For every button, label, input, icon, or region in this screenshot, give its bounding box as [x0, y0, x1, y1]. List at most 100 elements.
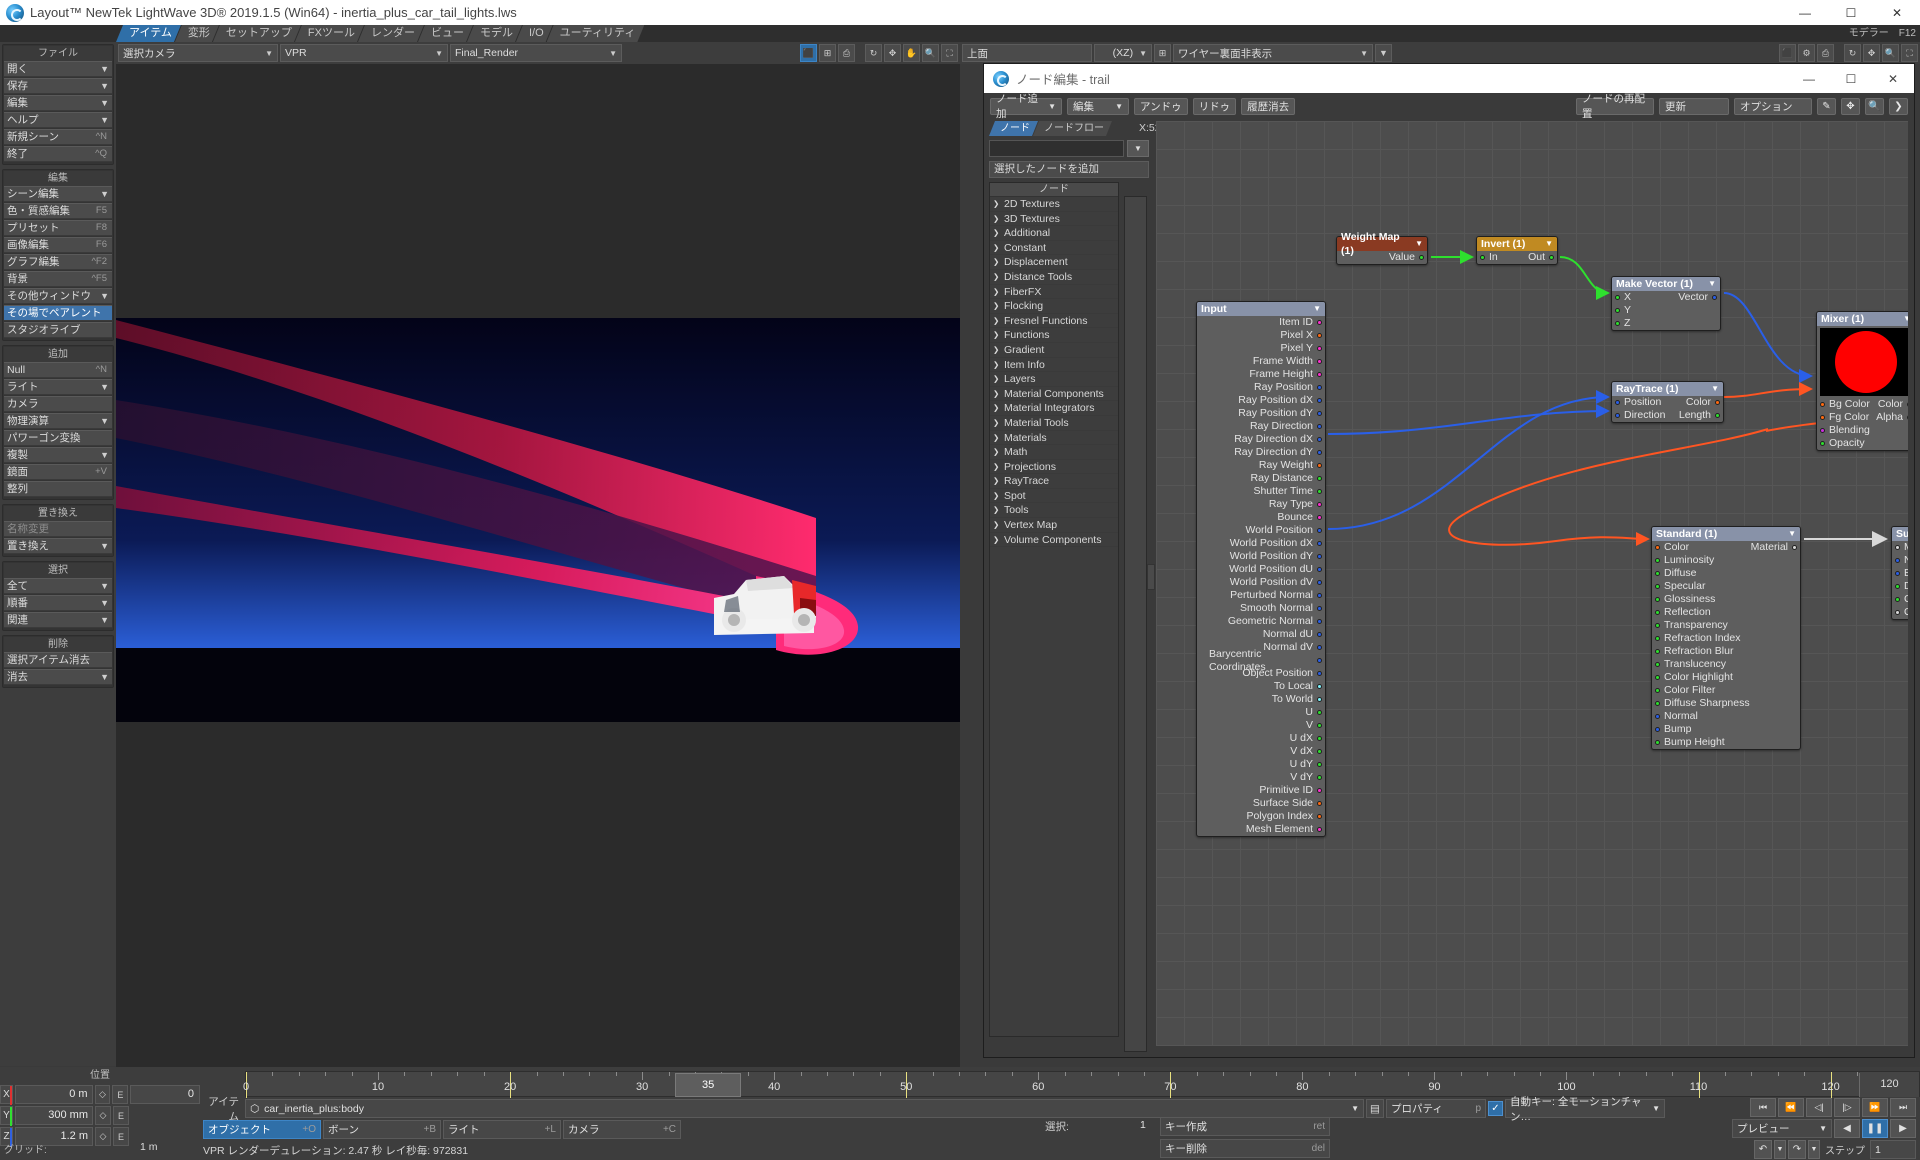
chevron-down-icon[interactable]: ▼ [1708, 277, 1716, 291]
sidebar-item-1-5[interactable]: 背景 ^F5 [4, 271, 112, 287]
prev-key-button[interactable]: ⏪ [1778, 1098, 1804, 1117]
node-port-row[interactable]: Reflection [1652, 606, 1800, 619]
sidebar-item-2-7[interactable]: 整列 [4, 481, 112, 497]
go-to-end-button[interactable]: ⏭ [1890, 1098, 1916, 1117]
sidebar-item-4-0[interactable]: 全て ▼ [4, 578, 112, 594]
timeline-scale[interactable]: 0 10 20 30 40 50 60 70 80 90 100 110 120 35 120 [243, 1071, 1920, 1098]
node-category-item[interactable]: Functions [990, 328, 1118, 343]
node-edit-menu-button[interactable]: 編集 ▼ [1067, 97, 1129, 115]
input-port-dot[interactable] [1895, 558, 1900, 563]
node-port-row[interactable]: Luminosity [1652, 554, 1800, 567]
node-port-row[interactable]: Fg Color Alpha [1817, 411, 1908, 424]
input-port-dot[interactable] [1655, 623, 1660, 628]
node-port-row[interactable]: Item ID [1197, 316, 1325, 329]
output-port-dot[interactable] [1317, 333, 1322, 338]
output-port-dot[interactable] [1317, 671, 1322, 676]
view-layout-icon-button[interactable]: ⊞ [1154, 44, 1171, 62]
output-port-dot[interactable] [1317, 736, 1322, 741]
output-port-dot[interactable] [1317, 749, 1322, 754]
node-header[interactable]: Weight Map (1) ▼ [1337, 231, 1427, 257]
undo-step-dropdown[interactable]: ▼ [1774, 1140, 1786, 1159]
output-port-dot[interactable] [1317, 554, 1322, 559]
tab-right-1[interactable]: F12 [1899, 25, 1916, 42]
output-port-dot[interactable] [1317, 476, 1322, 481]
node-port-row[interactable]: Normal dU [1197, 628, 1325, 641]
output-port-dot[interactable] [1715, 413, 1720, 418]
node-graph-canvas[interactable]: Weight Map (1) ▼ Value Invert (1) ▼ In Out Make… [1156, 121, 1908, 1046]
node-category-item[interactable]: Material Tools [990, 416, 1118, 431]
shading-combo[interactable]: ワイヤー裏面非表示 ▼ [1173, 44, 1373, 62]
node-port-row[interactable]: Perturbed Normal [1197, 589, 1325, 602]
main-tab-8[interactable]: ユーティリティ [547, 25, 645, 42]
key-create-button[interactable]: キー作成 ret [1160, 1117, 1330, 1136]
move-icon-button[interactable]: ✥ [1841, 97, 1860, 115]
node-port-row[interactable]: Ray Direction dY [1197, 446, 1325, 459]
output-port-dot[interactable] [1317, 346, 1322, 351]
input-port-dot[interactable] [1895, 571, 1900, 576]
node-port-row[interactable]: U dY [1197, 758, 1325, 771]
input-port-dot[interactable] [1615, 308, 1620, 313]
key-delete-button[interactable]: キー削除 del [1160, 1139, 1330, 1158]
output-port-dot[interactable] [1317, 827, 1322, 832]
timeline-playhead[interactable]: 35 [675, 1073, 742, 1097]
input-port-dot[interactable] [1655, 727, 1660, 732]
options-button[interactable]: オプション [1734, 97, 1812, 115]
output-port-dot[interactable] [1419, 255, 1424, 260]
step-value[interactable]: 1 [1870, 1140, 1916, 1159]
output-port-dot[interactable] [1317, 775, 1322, 780]
input-port-dot[interactable] [1655, 571, 1660, 576]
update-button[interactable]: 更新 [1659, 97, 1729, 115]
input-port-dot[interactable] [1655, 675, 1660, 680]
next-frame-button[interactable]: |▷ [1834, 1098, 1860, 1117]
vp-rotate-icon-button[interactable]: ↻ [865, 44, 882, 62]
node-list-tab-1[interactable]: ノードフロー [1033, 121, 1112, 136]
output-port-dot[interactable] [1317, 710, 1322, 715]
output-port-dot[interactable] [1317, 580, 1322, 585]
node-category-item[interactable]: Math [990, 445, 1118, 460]
input-port-dot[interactable] [1655, 688, 1660, 693]
chevron-down-icon[interactable]: ▼ [1903, 312, 1908, 326]
pause-button[interactable]: ❚❚ [1862, 1119, 1888, 1138]
output-port-dot[interactable] [1317, 359, 1322, 364]
sidebar-item-1-3[interactable]: 画像編集 F6 [4, 237, 112, 253]
node-port-row[interactable]: U dX [1197, 732, 1325, 745]
sidebar-item-1-7[interactable]: その場でペアレント [4, 305, 112, 321]
node-port-row[interactable]: U [1197, 706, 1325, 719]
play-forward-button[interactable]: ▶ [1890, 1119, 1916, 1138]
main-tab-5[interactable]: ビュー [418, 25, 473, 42]
output-port-dot[interactable] [1317, 606, 1322, 611]
node-port-row[interactable]: Direction Length [1612, 409, 1723, 422]
output-port-dot[interactable] [1317, 658, 1322, 663]
view-axis-combo[interactable]: (XZ) ▼ [1094, 44, 1152, 62]
input-port-dot[interactable] [1895, 584, 1900, 589]
main-tab-7[interactable]: I/O [516, 25, 553, 42]
item-selector[interactable]: ⬡ car_inertia_plus:body ▼ [245, 1099, 1364, 1118]
timeline-end-frame[interactable]: 120 [1859, 1073, 1919, 1097]
node-port-row[interactable]: Ray Position dX [1197, 394, 1325, 407]
clear-history-button[interactable]: 履歴消去 [1241, 97, 1296, 115]
node-standard[interactable]: Standard (1) ▼ Color Material Luminosity Diff… [1651, 526, 1801, 750]
output-port-dot[interactable] [1549, 255, 1554, 260]
node-category-item[interactable]: Material Components [990, 387, 1118, 402]
output-port-dot[interactable] [1712, 295, 1717, 300]
node-port-row[interactable]: Glossiness [1652, 593, 1800, 606]
vp-save-icon-button[interactable]: ⎙ [838, 44, 855, 62]
input-port-dot[interactable] [1655, 649, 1660, 654]
input-port-dot[interactable] [1655, 662, 1660, 667]
node-header[interactable]: Invert (1) ▼ [1477, 237, 1557, 251]
node-port-row[interactable]: V dY [1197, 771, 1325, 784]
node-category-item[interactable]: Fresnel Functions [990, 314, 1118, 329]
current-frame-field[interactable]: 0 [130, 1085, 201, 1104]
output-port-dot[interactable] [1317, 385, 1322, 390]
node-header[interactable]: RayTrace (1) ▼ [1612, 382, 1723, 396]
node-port-row[interactable]: World Position [1197, 524, 1325, 537]
node-port-row[interactable]: Clip [1892, 593, 1908, 606]
node-category-item[interactable]: Gradient [990, 343, 1118, 358]
node-header[interactable]: Input ▼ [1197, 302, 1325, 316]
node-header[interactable]: Mixer (1) ▼ [1817, 312, 1908, 326]
node-category-item[interactable]: Material Integrators [990, 401, 1118, 416]
input-port-dot[interactable] [1655, 558, 1660, 563]
node-category-item[interactable]: Distance Tools [990, 270, 1118, 285]
node-editor-close-button[interactable]: ✕ [1872, 64, 1914, 93]
coord-key-icon-button[interactable]: ◇ [95, 1127, 111, 1146]
